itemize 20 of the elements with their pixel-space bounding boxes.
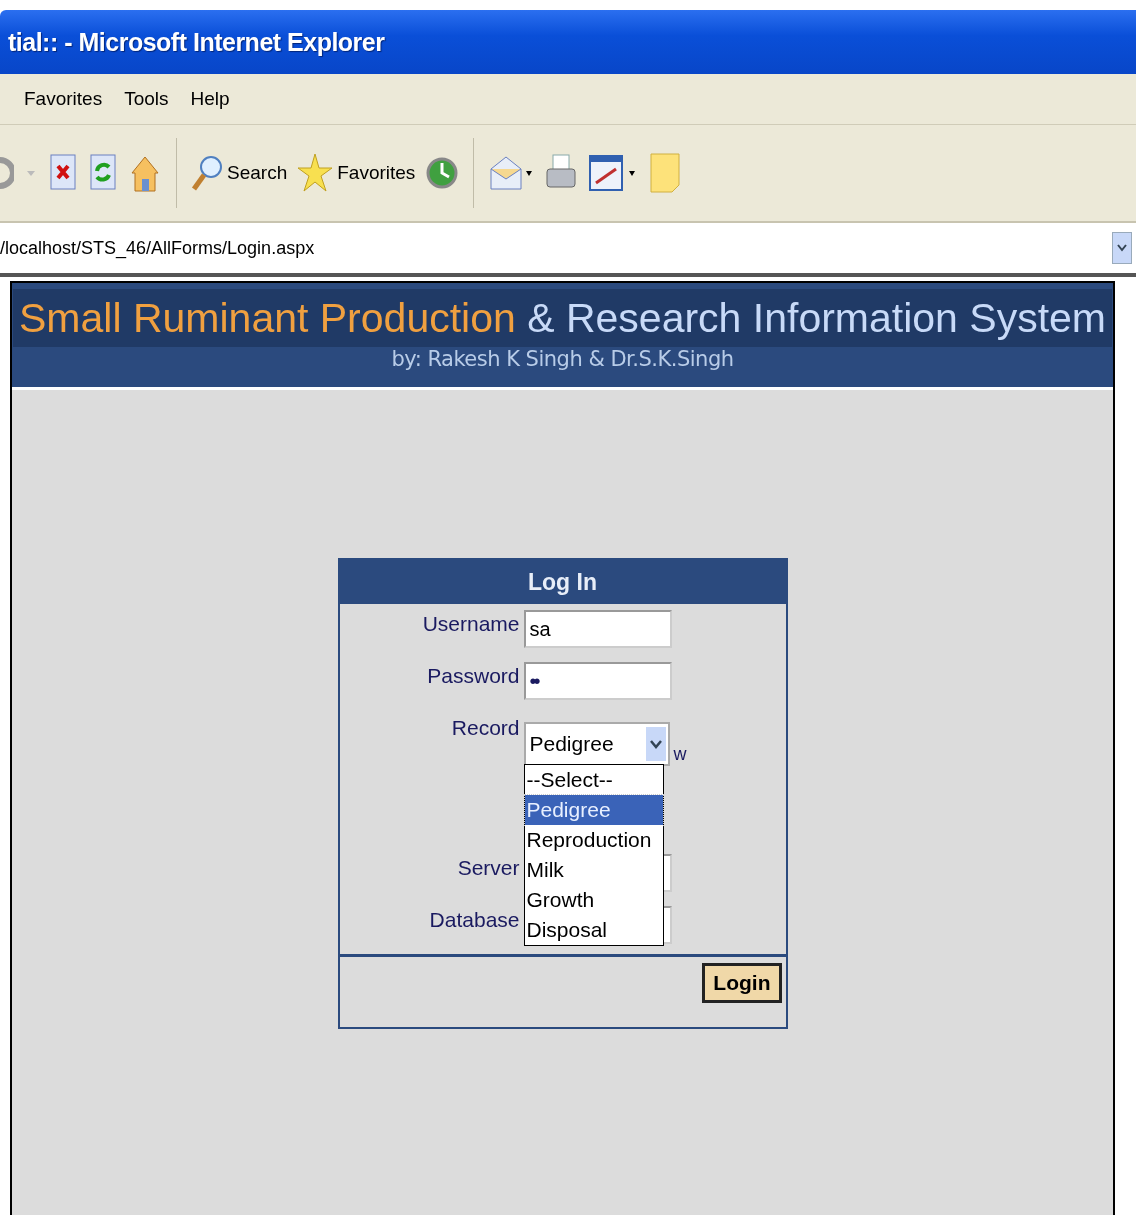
- menu-item[interactable]: Help: [190, 88, 230, 110]
- panel-title: Log In: [528, 568, 597, 596]
- field-label: Record: [451, 715, 521, 740]
- field-label: Username: [422, 611, 521, 636]
- menu-item[interactable]: Tools: [124, 88, 169, 110]
- search-button[interactable]: Search: [191, 149, 288, 197]
- site-title: Small Ruminant Production & Research Information System: [13, 289, 1112, 347]
- field-label: Database: [429, 907, 521, 932]
- field-label: Password: [427, 663, 521, 688]
- favorites-button[interactable]: Favorites: [297, 149, 416, 197]
- author-credit: by: Rakesh K Singh & Dr.S.K.Singh: [391, 347, 734, 371]
- window-title: tial:: - Microsoft Internet Explorer: [8, 27, 385, 57]
- caret-icon[interactable]: [24, 168, 38, 178]
- label-fragment: w: [673, 743, 688, 765]
- input-field[interactable]: ••: [523, 662, 672, 700]
- field-label: Server: [457, 855, 521, 880]
- input-field[interactable]: sa: [523, 610, 672, 648]
- menu-item[interactable]: Favorites: [24, 88, 103, 110]
- dropdown-option[interactable]: Pedigree: [524, 795, 663, 825]
- login-button[interactable]: Login: [702, 963, 782, 1003]
